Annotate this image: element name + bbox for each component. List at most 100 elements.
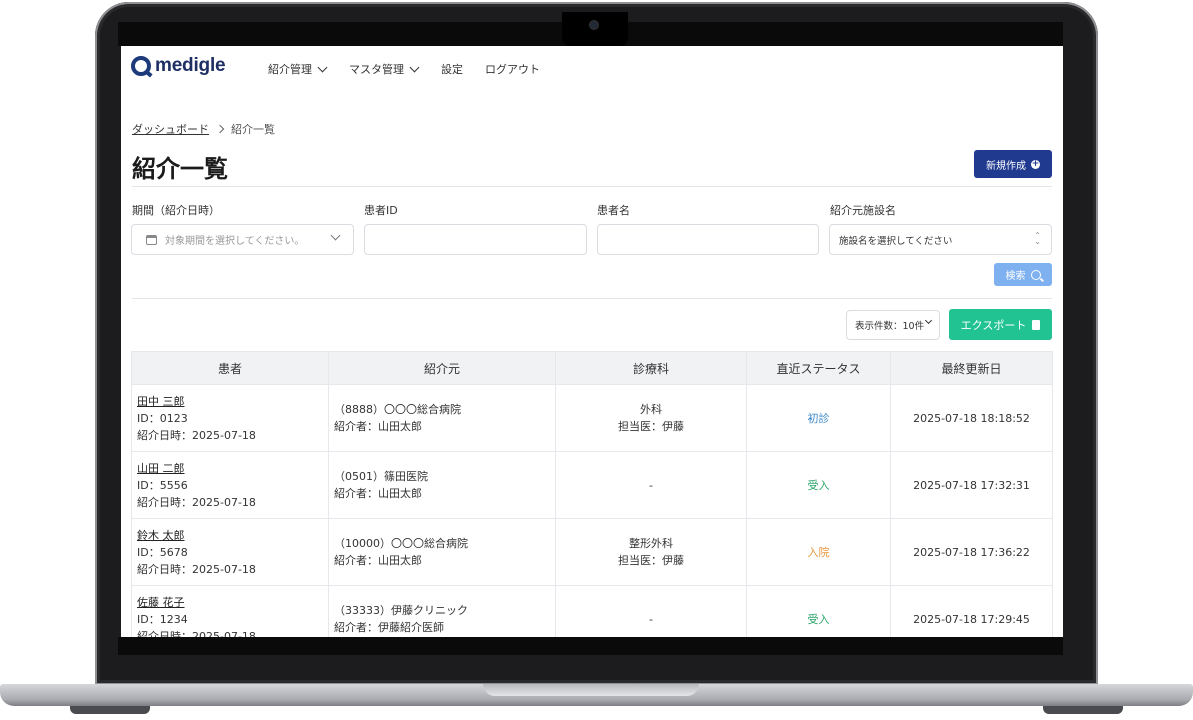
patient-id: ID：5556 [137, 478, 188, 492]
status-cell: 受入 [746, 451, 891, 519]
calendar-icon [146, 234, 157, 245]
patient-name-link[interactable]: 鈴木 太郎 [137, 527, 328, 544]
department-cell: 整形外科 担当医：伊藤 [555, 518, 747, 586]
breadcrumb: ダッシュボード 紹介一覧 [132, 121, 275, 137]
department: - [649, 612, 653, 626]
patient-name-link[interactable]: 山田 二郎 [137, 460, 328, 477]
patient-cell: 佐藤 花子 ID：1234 紹介日時：2025-07-18 [131, 585, 329, 637]
export-button[interactable]: エクスポート [949, 309, 1052, 340]
breadcrumb-current: 紹介一覧 [231, 123, 275, 136]
status-badge: 受入 [807, 479, 830, 492]
period-placeholder: 対象期間を選択してください。 [165, 236, 305, 247]
nav-label: ログアウト [485, 63, 540, 76]
table-row[interactable]: 佐藤 花子 ID：1234 紹介日時：2025-07-18 （33333）伊藤ク… [131, 585, 1053, 637]
column-header-status[interactable]: 直近ステータス [746, 351, 891, 385]
patient-id: ID：0123 [137, 411, 188, 425]
department-cell: 外科 担当医：伊藤 [555, 384, 747, 452]
patient-id-input[interactable] [364, 224, 587, 255]
department: - [649, 478, 653, 492]
period-label: 期間（紹介日時） [132, 204, 220, 217]
status-cell: 初診 [746, 384, 891, 452]
referrer: 紹介者：伊藤紹介医師 [334, 621, 444, 634]
source-facility: （8888）〇〇〇総合病院 [334, 403, 461, 416]
chevron-down-icon [409, 62, 420, 72]
referral-date: 紹介日時：2025-07-18 [137, 495, 256, 509]
plus-circle-icon: + [1031, 158, 1040, 169]
referrer: 紹介者：山田太郎 [334, 420, 422, 433]
patient-name-label: 患者名 [597, 204, 630, 217]
new-referral-button[interactable]: 新規作成 + [974, 150, 1052, 178]
source-cell: （33333）伊藤クリニック 紹介者：伊藤紹介医師 [328, 585, 556, 637]
doctor: 担当医：伊藤 [618, 554, 684, 567]
status-cell: 受入 [746, 585, 891, 637]
patient-name-link[interactable]: 田中 三郎 [137, 393, 328, 410]
per-page-select[interactable]: 表示件数：10件 [846, 310, 940, 340]
source-facility: （10000）〇〇〇総合病院 [334, 537, 468, 550]
patient-name-input[interactable] [597, 224, 819, 255]
department: 外科 [640, 403, 662, 416]
department-cell: - [555, 585, 747, 637]
app-screen: medigle 紹介管理 マスタ管理 設定 ログアウト ダッシュボード 紹介一覧… [121, 46, 1063, 637]
table-row[interactable]: 鈴木 太郎 ID：5678 紹介日時：2025-07-18 （10000）〇〇〇… [131, 518, 1053, 586]
per-page-value: 表示件数：10件 [855, 321, 925, 332]
facility-label: 紹介元施設名 [830, 204, 896, 217]
camera-notch [562, 12, 628, 46]
nav-logout[interactable]: ログアウト [485, 61, 540, 77]
status-badge: 受入 [807, 613, 830, 626]
source-cell: （10000）〇〇〇総合病院 紹介者：山田太郎 [328, 518, 556, 586]
export-button-label: エクスポート [960, 318, 1027, 332]
new-button-label: 新規作成 [986, 160, 1026, 172]
status-cell: 入院 [746, 518, 891, 586]
file-icon [1032, 319, 1041, 330]
nav-referral-management[interactable]: 紹介管理 [268, 61, 328, 77]
referral-date: 紹介日時：2025-07-18 [137, 562, 256, 576]
search-icon [1030, 269, 1041, 280]
logo-text: medigle [155, 55, 226, 76]
source-cell: （8888）〇〇〇総合病院 紹介者：山田太郎 [328, 384, 556, 452]
period-picker[interactable]: 対象期間を選択してください。 [131, 224, 354, 255]
patient-id: ID：5678 [137, 545, 188, 559]
facility-select[interactable]: 施設名を選択してください ⌃ ⌄ [829, 224, 1052, 255]
column-header-department[interactable]: 診療科 [555, 351, 747, 385]
status-badge: 初診 [807, 412, 830, 425]
patient-cell: 鈴木 太郎 ID：5678 紹介日時：2025-07-18 [131, 518, 329, 586]
table-header-row: 患者 紹介元 診療科 直近ステータス 最終更新日 [131, 351, 1053, 385]
source-cell: （0501）篠田医院 紹介者：山田太郎 [328, 451, 556, 519]
table-row[interactable]: 山田 二郎 ID：5556 紹介日時：2025-07-18 （0501）篠田医院… [131, 451, 1053, 519]
laptop-lip [483, 684, 699, 696]
nav-label: マスタ管理 [349, 63, 404, 76]
patient-id-label: 患者ID [364, 204, 398, 217]
camera-icon [590, 21, 598, 29]
chevron-down-icon [317, 62, 328, 72]
department: 整形外科 [629, 537, 673, 550]
column-header-patient[interactable]: 患者 [131, 351, 329, 385]
referral-date: 紹介日時：2025-07-18 [137, 428, 256, 442]
updated-cell: 2025-07-18 17:36:22 [890, 518, 1053, 586]
updated-cell: 2025-07-18 18:18:52 [890, 384, 1053, 452]
screen-bezel-bottom [118, 637, 1063, 655]
search-button[interactable]: 検索 [994, 263, 1052, 286]
updated-cell: 2025-07-18 17:32:31 [890, 451, 1053, 519]
search-button-label: 検索 [1005, 271, 1026, 282]
column-header-updated[interactable]: 最終更新日 [890, 351, 1053, 385]
nav-label: 紹介管理 [268, 63, 312, 76]
nav-master-management[interactable]: マスタ管理 [349, 61, 420, 77]
updated-cell: 2025-07-18 17:29:45 [890, 585, 1053, 637]
chevron-down-icon [924, 316, 933, 325]
chevron-right-icon [215, 124, 225, 134]
facility-select-value: 施設名を選択してください [839, 235, 953, 247]
source-facility: （33333）伊藤クリニック [334, 604, 468, 617]
nav-settings[interactable]: 設定 [441, 61, 463, 77]
table-row[interactable]: 田中 三郎 ID：0123 紹介日時：2025-07-18 （8888）〇〇〇総… [131, 384, 1053, 452]
referrer: 紹介者：山田太郎 [334, 554, 422, 567]
select-arrows-icon: ⌃ ⌄ [1034, 231, 1041, 246]
patient-name-link[interactable]: 佐藤 花子 [137, 594, 328, 611]
patient-cell: 山田 二郎 ID：5556 紹介日時：2025-07-18 [131, 451, 329, 519]
app-logo[interactable]: medigle [131, 55, 226, 77]
status-badge: 入院 [807, 546, 830, 559]
top-navbar: medigle 紹介管理 マスタ管理 設定 ログアウト [121, 46, 1063, 90]
patient-id: ID：1234 [137, 612, 188, 626]
department-cell: - [555, 451, 747, 519]
breadcrumb-dashboard-link[interactable]: ダッシュボード [132, 121, 209, 137]
column-header-source[interactable]: 紹介元 [328, 351, 556, 385]
